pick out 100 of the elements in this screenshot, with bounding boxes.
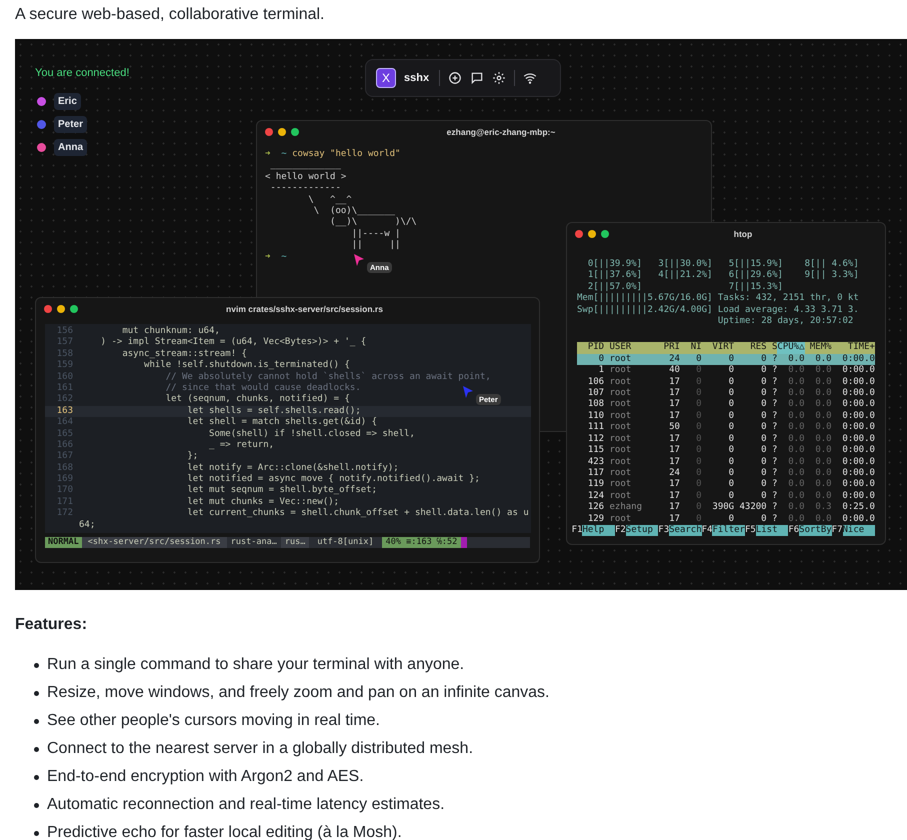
column-header[interactable]: NI xyxy=(680,342,702,354)
function-key-button[interactable]: Setup xyxy=(626,524,658,536)
close-button[interactable] xyxy=(575,230,583,238)
table-cell-text: ? xyxy=(771,399,778,411)
minimize-button[interactable] xyxy=(588,230,596,238)
features-heading: Features: xyxy=(15,615,88,635)
function-key-button[interactable]: Search xyxy=(669,524,702,536)
function-key-button[interactable]: Nice xyxy=(842,524,875,536)
process-row[interactable]: 107 root 17 0 0 0 ? 0.0 0.0 0:00.0 xyxy=(577,388,875,400)
chat-icon[interactable] xyxy=(470,71,484,85)
table-cell-text: 0 xyxy=(728,445,734,456)
minimize-button[interactable] xyxy=(278,128,286,136)
column-header[interactable]: TIME+ xyxy=(832,342,875,354)
feature-item: Connect to the nearest server in a globally distributed mesh. xyxy=(47,739,474,759)
process-row[interactable]: 117 root 24 0 0 0 ? 0.0 0.0 0:00.0 xyxy=(577,468,875,480)
line-number: 171 xyxy=(56,496,73,508)
function-key-button[interactable]: List xyxy=(756,524,788,536)
table-cell-text: 0 xyxy=(760,468,767,479)
code-line: // We absolutely cannot hold `shells` across an await point, xyxy=(164,372,491,383)
table-cell-text: ? xyxy=(771,445,778,456)
line-number: 166 xyxy=(56,440,73,451)
wifi-icon[interactable] xyxy=(523,71,538,85)
table-cell-text: 0.0 xyxy=(787,434,804,445)
process-row[interactable]: 111 root 50 0 0 0 ? 0.0 0.0 0:00.0 xyxy=(577,422,875,434)
table-cell-text: 17 xyxy=(668,490,680,502)
minimize-button[interactable] xyxy=(57,305,65,313)
table-cell-text: 0.0 xyxy=(814,434,832,445)
table-cell-text: ? xyxy=(771,422,778,434)
process-row[interactable]: 110 root 17 0 0 0 ? 0.0 0.0 0:00.0 xyxy=(577,410,875,422)
function-key-button[interactable]: Filter xyxy=(712,524,745,536)
add-icon[interactable] xyxy=(448,71,462,85)
table-cell-text: 0:00.0 xyxy=(841,456,875,468)
process-row[interactable]: 423 root 17 0 0 0 ? 0.0 0.0 0:00.0 xyxy=(577,456,875,468)
system-meter: Swp[|||||||||2.42G/4.00G] Load average: 4.33 3.71 3. xyxy=(577,304,859,316)
column-header[interactable]: MEM% xyxy=(804,342,832,354)
table-cell-text: 0:25.0 xyxy=(841,502,875,514)
table-cell-text: 0 xyxy=(695,490,702,502)
bullet-icon xyxy=(34,774,39,780)
process-row[interactable]: 119 root 17 0 0 0 ? 0.0 0.0 0:00.0 xyxy=(577,479,875,491)
feature-item: Run a single command to share your terminal with anyone. xyxy=(47,655,464,675)
settings-icon[interactable] xyxy=(492,71,506,85)
line-number: 163 xyxy=(56,406,73,417)
window-title: ezhang@eric-zhang-mbp:~ xyxy=(446,126,556,138)
column-header[interactable]: VIRT xyxy=(702,342,734,354)
terminal-output: < hello world > xyxy=(265,172,346,184)
process-row[interactable]: 129 root 17 0 0 0 ? 0.0 0.0 0:00.0 xyxy=(577,514,875,525)
table-cell-text: 0 xyxy=(695,479,702,491)
table-cell-text: 0.0 xyxy=(787,479,804,491)
table-cell-text: 0:00.0 xyxy=(841,479,875,491)
process-row[interactable]: 112 root 17 0 0 0 ? 0.0 0.0 0:00.0 xyxy=(577,434,875,446)
process-row[interactable]: 124 root 17 0 0 0 ? 0.0 0.0 0:00.0 xyxy=(577,490,875,502)
process-row[interactable]: 126 ezhang 17 0 390G 43200 ? 0.0 0.3 0:25.0 xyxy=(577,502,875,514)
table-cell-text: 0 xyxy=(728,456,734,468)
table-cell-text: ? xyxy=(771,410,778,422)
code-line: let current_chunks = shell.chunk_offset + shell.data.len() as u xyxy=(186,508,529,520)
process-row[interactable]: 108 root 17 0 0 0 ? 0.0 0.0 0:00.0 xyxy=(577,399,875,411)
function-key-button[interactable]: Help xyxy=(582,524,615,536)
table-cell-text: 0 xyxy=(728,376,734,388)
table-cell-text: 0.0 xyxy=(787,422,804,434)
table-cell-text: 0 xyxy=(695,445,702,456)
table-cell-text: 0 xyxy=(695,502,702,514)
table-cell-text: 0.0 xyxy=(814,399,832,411)
process-row[interactable]: 106 root 17 0 0 0 ? 0.0 0.0 0:00.0 xyxy=(577,376,875,388)
table-cell-text: 0.0 xyxy=(787,354,804,365)
table-cell-text: 50 xyxy=(668,422,680,434)
table-cell-text: 0 xyxy=(760,354,767,365)
bullet-icon xyxy=(34,802,39,808)
table-cell-text: 0 xyxy=(760,388,767,399)
maximize-button[interactable] xyxy=(601,230,609,238)
close-button[interactable] xyxy=(44,305,52,313)
cursor-position: 40% ≡:163 ℅:52 xyxy=(382,537,462,548)
code-line: let notified = async move { notify.notified().await }; xyxy=(186,474,480,485)
table-cell-text: 0 xyxy=(760,445,767,456)
column-header[interactable]: PID xyxy=(577,342,604,354)
column-header[interactable]: CPU%△ xyxy=(777,342,804,354)
process-row[interactable]: 1 root 40 0 0 0 ? 0.0 0.0 0:00.0 xyxy=(577,365,875,377)
table-cell-text: 0.0 xyxy=(787,445,804,456)
terminal-output: \ (oo)\_______ xyxy=(312,206,396,217)
table-cell-text: 0 xyxy=(728,490,734,502)
table-cell-text: 0 xyxy=(728,434,734,445)
maximize-button[interactable] xyxy=(291,128,299,136)
maximize-button[interactable] xyxy=(70,305,78,313)
function-key-button[interactable]: SortBy xyxy=(799,524,832,536)
table-cell-text: root xyxy=(608,434,632,446)
table-cell-text: 0:00.0 xyxy=(841,514,875,525)
column-header[interactable]: S xyxy=(766,342,778,354)
process-row[interactable]: 115 root 17 0 0 0 ? 0.0 0.0 0:00.0 xyxy=(577,445,875,456)
table-cell-text: 0 xyxy=(760,456,767,468)
process-row[interactable]: 0 root 24 0 0 0 ? 0.0 0.0 0:00.0 xyxy=(577,354,875,366)
function-key: F7 xyxy=(832,524,842,536)
column-header[interactable]: USER xyxy=(604,342,658,354)
table-cell-text: 0.0 xyxy=(787,514,804,525)
close-button[interactable] xyxy=(265,128,273,136)
table-cell-text: 43200 xyxy=(738,502,767,514)
column-header[interactable]: PRI xyxy=(658,342,680,354)
table-cell-text: 0:00.0 xyxy=(841,422,875,434)
code-line: let notify = Arc::clone(&shell.notify); xyxy=(186,462,399,474)
table-cell-text: 0.0 xyxy=(814,490,832,502)
table-cell-text: root xyxy=(608,376,632,388)
column-header[interactable]: RES xyxy=(734,342,767,354)
